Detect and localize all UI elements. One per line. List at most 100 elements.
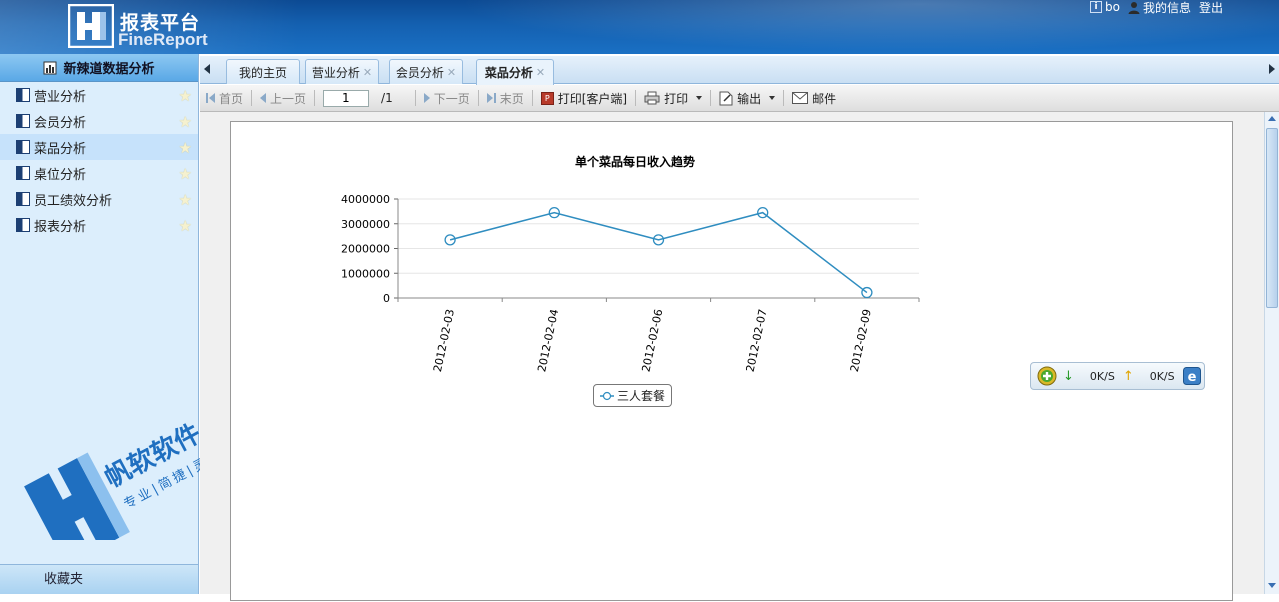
separator (477, 90, 479, 106)
download-arrow-icon: ↓ (1063, 368, 1074, 384)
svg-text:e: e (1187, 370, 1196, 385)
page-total: /1 (381, 91, 393, 105)
network-speed-widget: ↓ 0K/S ↑ 0K/S e (1030, 362, 1205, 390)
sidebar-item[interactable]: 员工绩效分析 ★ (0, 186, 198, 212)
separator (531, 90, 533, 106)
logout-link[interactable]: 登出 (1199, 0, 1223, 16)
y-tick-label: 2000000 (341, 243, 390, 256)
last-page-button[interactable]: 末页 (481, 90, 530, 107)
chart-legend[interactable]: 三人套餐 (593, 384, 673, 407)
report-icon (16, 166, 30, 180)
x-tick-label: 2012-02-03 (431, 308, 457, 373)
sidebar-item[interactable]: 菜品分析 ★ (0, 134, 198, 160)
next-page-icon (423, 93, 430, 103)
scroll-up-icon[interactable] (1268, 116, 1276, 121)
sidebar: 新辣道数据分析 营业分析 ★ 会员分析 ★ 菜品分析 ★ 桌位分析 ★ 员工绩效分析 ★ 报表分析 ★… (0, 54, 199, 594)
tab[interactable]: 我的主页 (226, 59, 300, 84)
favorite-star-icon[interactable]: ★ (179, 165, 192, 183)
favorite-star-icon[interactable]: ★ (179, 191, 192, 209)
tab-scroll-left-icon[interactable] (204, 64, 210, 74)
x-tick-label: 2012-02-04 (535, 308, 561, 373)
my-info-link[interactable]: 我的信息 (1128, 0, 1191, 16)
sidebar-item-label: 桌位分析 (34, 167, 87, 183)
report-icon (16, 88, 30, 102)
legend-series-marker-icon (600, 391, 614, 400)
vertical-scrollbar[interactable] (1264, 112, 1279, 594)
mail-button[interactable]: 邮件 (786, 90, 842, 107)
next-page-button[interactable]: 下一页 (418, 90, 476, 107)
separator (783, 90, 785, 106)
tab-label: 会员分析 (395, 65, 444, 80)
sidebar-item-label: 营业分析 (34, 89, 87, 105)
close-tab-icon[interactable]: ✕ (363, 66, 372, 79)
next-page-label: 下一页 (433, 91, 470, 106)
separator (414, 90, 416, 106)
favorite-star-icon[interactable]: ★ (179, 87, 192, 105)
x-tick-label: 2012-02-06 (639, 308, 665, 373)
export-button[interactable]: 输出 (713, 90, 781, 107)
series-line (449, 211, 868, 294)
printer-icon (644, 91, 660, 105)
close-tab-icon[interactable]: ✕ (536, 66, 545, 79)
favorites-button[interactable]: 收藏夹 (0, 564, 198, 594)
y-tick-label: 1000000 (341, 267, 390, 280)
export-dropdown-icon (769, 96, 776, 100)
sidebar-item-label: 报表分析 (34, 219, 87, 235)
report-icon (16, 218, 30, 232)
sidebar-header[interactable]: 新辣道数据分析 (0, 54, 198, 82)
tab[interactable]: 菜品分析 ✕ (476, 59, 554, 85)
export-icon (719, 91, 733, 105)
upload-speed: 0K/S (1149, 369, 1175, 383)
separator (710, 90, 712, 106)
favorite-star-icon[interactable]: ★ (179, 217, 192, 235)
scroll-down-icon[interactable] (1268, 583, 1276, 588)
print-button[interactable]: 打印 (638, 90, 708, 107)
sidebar-item-label: 会员分析 (34, 115, 87, 131)
tab[interactable]: 会员分析 ✕ (389, 59, 463, 84)
info-icon: i (1090, 1, 1102, 13)
sidebar-item-label: 员工绩效分析 (34, 193, 113, 209)
report-folder-icon (43, 61, 57, 74)
page-number-input[interactable] (323, 89, 370, 107)
favorite-star-icon[interactable]: ★ (179, 113, 192, 131)
sidebar-title: 新辣道数据分析 (63, 62, 155, 77)
first-page-label: 首页 (219, 91, 244, 106)
favorite-star-icon[interactable]: ★ (179, 139, 192, 157)
tab[interactable]: 营业分析 ✕ (305, 59, 379, 84)
print-dropdown-icon (696, 96, 703, 100)
sidebar-item[interactable]: 营业分析 ★ (0, 82, 198, 108)
report-icon (16, 140, 30, 154)
my-info-label: 我的信息 (1142, 0, 1191, 15)
scroll-thumb[interactable] (1266, 128, 1278, 308)
last-page-label: 末页 (499, 91, 524, 106)
legend-series-label: 三人套餐 (617, 389, 666, 403)
user-name-link[interactable]: i bo (1090, 0, 1120, 14)
first-page-icon (206, 93, 215, 103)
x-tick-label: 2012-02-09 (848, 308, 874, 373)
user-links: i bo 我的信息 登出 (1090, 0, 1223, 16)
mail-label: 邮件 (812, 91, 837, 106)
page-number-group: /1 (317, 89, 399, 107)
sidebar-item[interactable]: 会员分析 ★ (0, 108, 198, 134)
x-tick-label: 2012-02-07 (744, 308, 770, 373)
report-icon (16, 114, 30, 128)
print-client-label: 打印[客户端] (557, 91, 628, 106)
separator (251, 90, 253, 106)
top-header: 报表平台 FineReport i bo 我的信息 登出 (0, 0, 1279, 54)
export-label: 输出 (737, 91, 762, 106)
close-tab-icon[interactable]: ✕ (447, 66, 456, 79)
first-page-button[interactable]: 首页 (200, 90, 249, 107)
print-label: 打印 (664, 91, 689, 106)
tab-scroll-right-icon[interactable] (1269, 64, 1275, 74)
y-tick-label: 0 (383, 292, 390, 305)
upload-arrow-icon: ↑ (1122, 368, 1134, 384)
y-tick-label: 4000000 (341, 193, 390, 206)
print-client-button[interactable]: P 打印[客户端] (535, 90, 633, 107)
add-accelerate-icon[interactable] (1037, 366, 1057, 386)
chart-title: 单个菜品每日收入趋势 (575, 154, 695, 169)
browser-e-icon[interactable]: e (1182, 367, 1201, 385)
sidebar-item[interactable]: 桌位分析 ★ (0, 160, 198, 186)
prev-page-icon (260, 93, 267, 103)
prev-page-button[interactable]: 上一页 (254, 90, 312, 107)
sidebar-item[interactable]: 报表分析 ★ (0, 212, 198, 238)
